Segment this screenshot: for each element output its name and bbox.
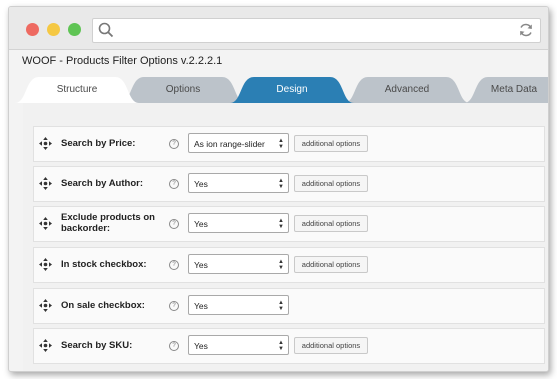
option-select[interactable]: Yes ▲ ▼ <box>188 213 289 233</box>
reload-icon[interactable] <box>518 22 534 38</box>
move-handle-icon[interactable] <box>39 258 52 271</box>
updown-arrows-icon: ▲ ▼ <box>278 300 284 312</box>
tab-label: Structure <box>56 84 98 95</box>
minimize-window-button[interactable] <box>47 23 60 36</box>
option-select[interactable]: Yes ▲ ▼ <box>188 173 289 193</box>
additional-options-button[interactable]: additional options <box>294 256 368 273</box>
option-row-instock: In stock checkbox: ? Yes ▲ ▼ additional o… <box>33 247 545 283</box>
close-window-button[interactable] <box>26 23 39 36</box>
help-icon[interactable]: ? <box>169 219 179 229</box>
option-select[interactable]: As ion range-slider ▲ ▼ <box>188 133 289 153</box>
select-value: As ion range-slider <box>194 139 265 149</box>
help-icon[interactable]: ? <box>169 179 179 189</box>
help-icon[interactable]: ? <box>169 341 179 351</box>
option-label: Search by SKU: <box>61 340 133 351</box>
options-panel: Search by Price: ? As ion range-slider ▲… <box>23 103 548 371</box>
updown-arrows-icon: ▲ ▼ <box>278 259 284 271</box>
updown-arrows-icon: ▲ ▼ <box>278 340 284 352</box>
updown-arrows-icon: ▲ ▼ <box>278 138 284 150</box>
option-row-author: Search by Author: ? Yes ▲ ▼ additional op… <box>33 166 545 202</box>
select-value: Yes <box>194 301 208 311</box>
browser-titlebar <box>9 7 548 50</box>
option-label: Search by Price: <box>61 138 136 149</box>
tab-meta-data[interactable]: Meta Data <box>464 77 548 103</box>
tab-label: Design <box>276 84 308 95</box>
additional-options-button[interactable]: additional options <box>294 215 368 232</box>
additional-options-button[interactable]: additional options <box>294 135 368 152</box>
help-icon[interactable]: ? <box>169 139 179 149</box>
tab-structure[interactable]: Structure <box>15 77 139 103</box>
option-label: In stock checkbox: <box>61 259 147 270</box>
tab-advanced[interactable]: Advanced <box>344 77 470 103</box>
help-icon[interactable]: ? <box>169 301 179 311</box>
select-value: Yes <box>194 219 208 229</box>
move-handle-icon[interactable] <box>39 299 52 312</box>
move-handle-icon[interactable] <box>39 339 52 352</box>
additional-options-button[interactable]: additional options <box>294 337 368 354</box>
option-row-price: Search by Price: ? As ion range-slider ▲… <box>33 126 545 162</box>
option-label: Search by Author: <box>61 178 143 189</box>
maximize-window-button[interactable] <box>68 23 81 36</box>
select-value: Yes <box>194 260 208 270</box>
option-select[interactable]: Yes ▲ ▼ <box>188 295 289 315</box>
select-value: Yes <box>194 179 208 189</box>
option-select[interactable]: Yes ▲ ▼ <box>188 254 289 274</box>
move-handle-icon[interactable] <box>39 177 52 190</box>
option-row-backorder: Exclude products on backorder: ? Yes ▲ ▼ … <box>33 206 545 242</box>
search-icon <box>98 22 114 38</box>
address-bar[interactable] <box>92 18 541 43</box>
updown-arrows-icon: ▲ ▼ <box>278 218 284 230</box>
tab-label: Options <box>165 84 201 95</box>
tab-bar: Meta Data Advanced Options Design Struct… <box>9 77 548 103</box>
additional-options-button[interactable]: additional options <box>294 175 368 192</box>
option-select[interactable]: Yes ▲ ▼ <box>188 335 289 355</box>
option-row-sku: Search by SKU: ? Yes ▲ ▼ additional optio… <box>33 328 545 364</box>
option-row-onsale: On sale checkbox: ? Yes ▲ ▼ <box>33 288 545 324</box>
tab-design[interactable]: Design <box>230 77 354 103</box>
tab-label: Advanced <box>384 84 430 95</box>
tab-label: Meta Data <box>490 84 538 95</box>
updown-arrows-icon: ▲ ▼ <box>278 178 284 190</box>
browser-window: WOOF - Products Filter Options v.2.2.2.1… <box>8 6 549 372</box>
help-icon[interactable]: ? <box>169 260 179 270</box>
option-label: Exclude products on backorder: <box>61 212 155 234</box>
move-handle-icon[interactable] <box>39 217 52 230</box>
page-title: WOOF - Products Filter Options v.2.2.2.1 <box>22 55 223 67</box>
select-value: Yes <box>194 341 208 351</box>
move-handle-icon[interactable] <box>39 137 52 150</box>
option-label: On sale checkbox: <box>61 300 145 311</box>
